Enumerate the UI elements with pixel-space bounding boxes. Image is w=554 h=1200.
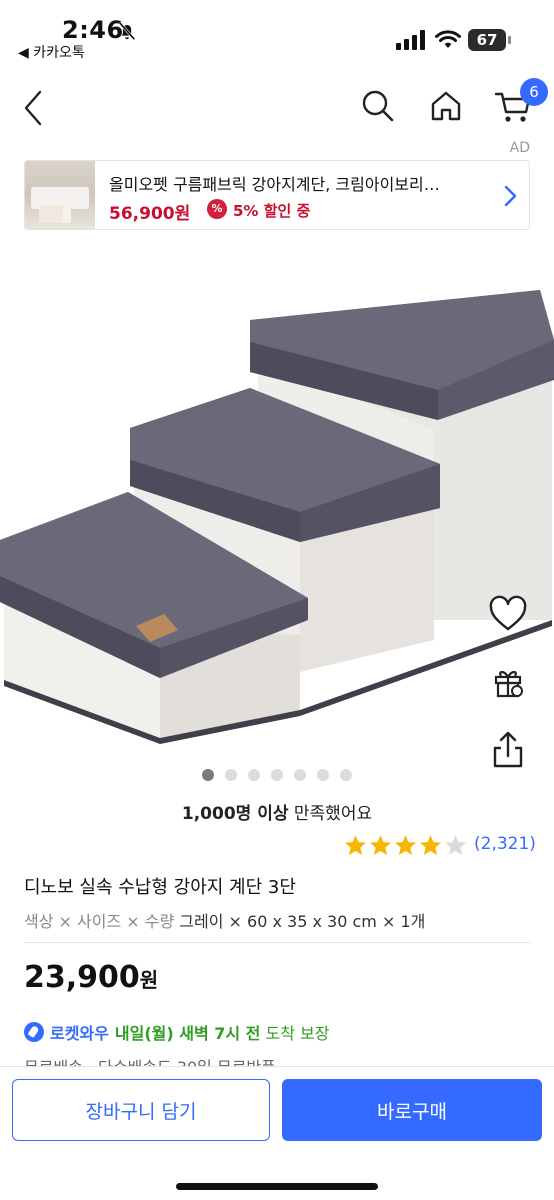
rocket-wow-label: 로켓와우 bbox=[50, 1024, 109, 1043]
price-amount: 23,900 bbox=[24, 960, 140, 995]
ad-price: 56,900원 bbox=[109, 204, 191, 224]
discount-percent-icon: % bbox=[207, 199, 227, 219]
gallery-dot[interactable] bbox=[202, 769, 214, 781]
star-filled-icon bbox=[344, 834, 367, 856]
star-rating[interactable] bbox=[344, 834, 467, 856]
battery-nub bbox=[508, 36, 511, 44]
star-filled-icon bbox=[419, 834, 442, 856]
price-currency: 원 bbox=[139, 968, 159, 992]
product-price: 23,900원 bbox=[24, 960, 158, 995]
heart-icon[interactable] bbox=[486, 592, 530, 636]
battery-level: 67 bbox=[468, 29, 506, 51]
ad-discount-text: 5% 할인 중 bbox=[233, 202, 311, 220]
status-bar: 2:46 ◀ 카카오톡 67 bbox=[0, 0, 554, 66]
bottom-action-bar: 장바구니 담기 바로구매 bbox=[0, 1066, 554, 1200]
options-label: 색상 × 사이즈 × 수량 bbox=[24, 912, 175, 931]
home-icon[interactable] bbox=[428, 88, 464, 124]
options-value: 그레이 × 60 x 35 x 30 cm × 1개 bbox=[179, 912, 426, 931]
share-icon[interactable] bbox=[486, 728, 530, 772]
wifi-icon bbox=[435, 30, 461, 48]
search-icon[interactable] bbox=[360, 88, 396, 124]
gallery-dot[interactable] bbox=[225, 769, 237, 781]
gallery-dot[interactable] bbox=[317, 769, 329, 781]
delivery-guarantee: 도착 보장 bbox=[260, 1024, 330, 1043]
add-to-cart-button[interactable]: 장바구니 담기 bbox=[12, 1079, 270, 1141]
back-to-app-link[interactable]: ◀ 카카오톡 bbox=[18, 42, 85, 62]
home-indicator[interactable] bbox=[176, 1183, 378, 1190]
ad-label: AD bbox=[509, 140, 530, 156]
star-filled-icon bbox=[369, 834, 392, 856]
satisfaction-count: 1,000명 이상 bbox=[181, 804, 289, 824]
delivery-date: 내일(월) 새벽 7시 전 bbox=[114, 1024, 261, 1043]
star-filled-icon bbox=[394, 834, 417, 856]
bell-muted-icon bbox=[118, 21, 136, 41]
gallery-dot[interactable] bbox=[248, 769, 260, 781]
ad-banner[interactable]: 올미오펫 구름패브릭 강아지계단, 크림아이보리… 56,900원 % 5% 할… bbox=[24, 160, 530, 230]
satisfaction-rest: 만족했어요 bbox=[288, 804, 373, 824]
thumbnail-step-shape bbox=[39, 205, 63, 223]
back-arrow-icon[interactable] bbox=[20, 88, 48, 128]
side-actions bbox=[486, 592, 530, 796]
buy-now-button[interactable]: 바로구매 bbox=[282, 1079, 542, 1141]
review-count-link[interactable]: (2,321) bbox=[474, 834, 536, 854]
chevron-right-icon[interactable] bbox=[501, 183, 519, 209]
gallery-dot[interactable] bbox=[271, 769, 283, 781]
product-title: 디노보 실속 수납형 강아지 계단 3단 bbox=[24, 877, 296, 898]
product-image[interactable] bbox=[0, 280, 554, 750]
cellular-signal-icon bbox=[396, 30, 425, 50]
rocket-icon bbox=[24, 1022, 44, 1042]
gallery-dot[interactable] bbox=[340, 769, 352, 781]
gallery-pagination[interactable] bbox=[202, 769, 352, 783]
star-empty-icon bbox=[444, 834, 467, 856]
divider bbox=[24, 942, 530, 943]
satisfaction-text: 1,000명 이상 만족했어요 bbox=[0, 799, 554, 824]
selected-options[interactable]: 색상 × 사이즈 × 수량 그레이 × 60 x 35 x 30 cm × 1개 bbox=[24, 908, 425, 932]
cart-count-badge[interactable]: 6 bbox=[520, 78, 548, 106]
ad-title: 올미오펫 구름패브릭 강아지계단, 크림아이보리… bbox=[109, 175, 440, 194]
gallery-dot[interactable] bbox=[294, 769, 306, 781]
ad-product-thumbnail bbox=[25, 161, 95, 229]
delivery-info: 로켓와우 내일(월) 새벽 7시 전 도착 보장 bbox=[24, 1020, 329, 1044]
top-nav bbox=[0, 72, 554, 142]
battery-indicator: 67 bbox=[468, 29, 512, 51]
status-time: 2:46 bbox=[62, 16, 124, 44]
gift-icon[interactable] bbox=[486, 660, 530, 704]
